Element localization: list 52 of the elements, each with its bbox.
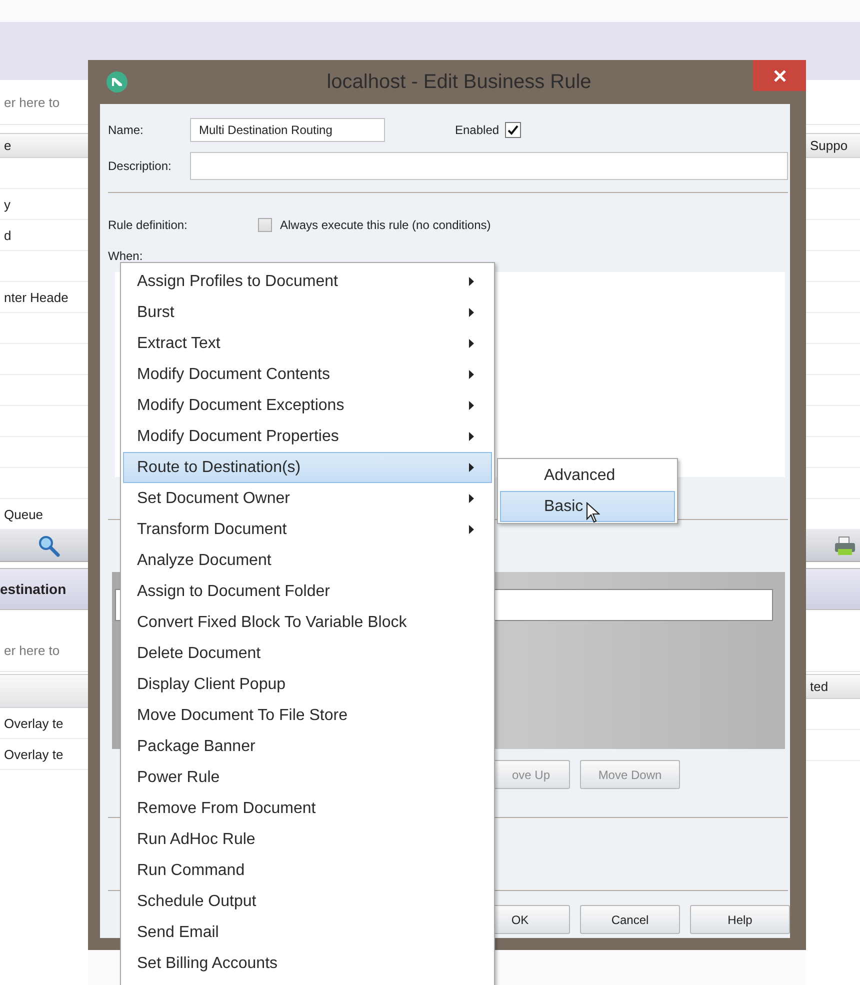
menu-item[interactable]: Advanced <box>500 460 675 491</box>
menu-item[interactable]: Delete Document <box>123 638 492 669</box>
menu-item[interactable]: Set Document Owner <box>123 483 492 514</box>
menu-item[interactable]: Run Command <box>123 855 492 886</box>
field-label: Description: <box>108 159 172 173</box>
section-header <box>806 568 860 610</box>
menu-item[interactable]: Modify Document Properties <box>123 421 492 452</box>
table-cell: Overlay te <box>4 746 64 762</box>
menu-item[interactable]: Remove From Document <box>123 793 492 824</box>
menu-item[interactable]: Burst <box>123 297 492 328</box>
table-cell: y <box>4 196 10 212</box>
section-title: estination <box>0 581 66 597</box>
column-header[interactable]: ted <box>806 674 860 699</box>
window-title: localhost - Edit Business Rule <box>326 70 592 94</box>
search-icon[interactable] <box>38 534 60 556</box>
column-header[interactable]: Suppo <box>806 133 860 158</box>
table-cell: Queue <box>4 506 44 522</box>
always-execute-checkbox[interactable] <box>258 218 272 232</box>
field-label: Name: <box>108 123 144 137</box>
menu-item[interactable]: Route to Destination(s) <box>123 452 492 483</box>
app-icon <box>106 71 128 93</box>
menu-item[interactable]: Assign Profiles to Document <box>123 266 492 297</box>
menu-item[interactable]: Set Billing Accounts <box>123 948 492 979</box>
field-label: Rule definition: <box>108 218 188 232</box>
close-button[interactable] <box>753 60 806 91</box>
menu-item[interactable]: Move Document To File Store <box>123 700 492 731</box>
dialog-button[interactable]: Cancel <box>580 905 680 934</box>
table-cell: nter Heade <box>4 290 68 304</box>
printer-icon[interactable] <box>834 536 856 556</box>
table-cell: Overlay te <box>4 716 64 730</box>
menu-item[interactable]: Power Rule <box>123 762 492 793</box>
checkbox-label: Enabled <box>455 123 500 137</box>
menu-item[interactable]: Display Client Popup <box>123 669 492 700</box>
menu-item[interactable]: Package Banner <box>123 731 492 762</box>
menu-item[interactable]: Modify Document Contents <box>123 359 492 390</box>
menu-item[interactable]: Transform Document <box>123 514 492 545</box>
menu-item[interactable]: Convert Fixed Block To Variable Block <box>123 607 492 638</box>
checkbox-label: Always execute this rule (no conditions) <box>280 218 491 232</box>
column-header[interactable]: e <box>0 133 88 158</box>
name-field[interactable]: Multi Destination Routing <box>190 118 385 142</box>
dialog-button[interactable]: Help <box>690 905 790 934</box>
menu-item[interactable]: Assign to Document Folder <box>123 576 492 607</box>
menu-item[interactable]: Run AdHoc Rule <box>123 824 492 855</box>
close-icon <box>772 68 786 82</box>
menu-item[interactable]: Modify Document Exceptions <box>123 390 492 421</box>
menu-item[interactable]: Analyze Document <box>123 545 492 576</box>
description-field[interactable] <box>190 152 788 180</box>
menu-item[interactable]: Basic <box>500 491 675 522</box>
field-label: When: <box>108 249 144 263</box>
menu-item[interactable]: Extract Text <box>123 328 492 359</box>
table-cell: d <box>4 228 12 242</box>
enabled-checkbox[interactable] <box>505 122 522 138</box>
